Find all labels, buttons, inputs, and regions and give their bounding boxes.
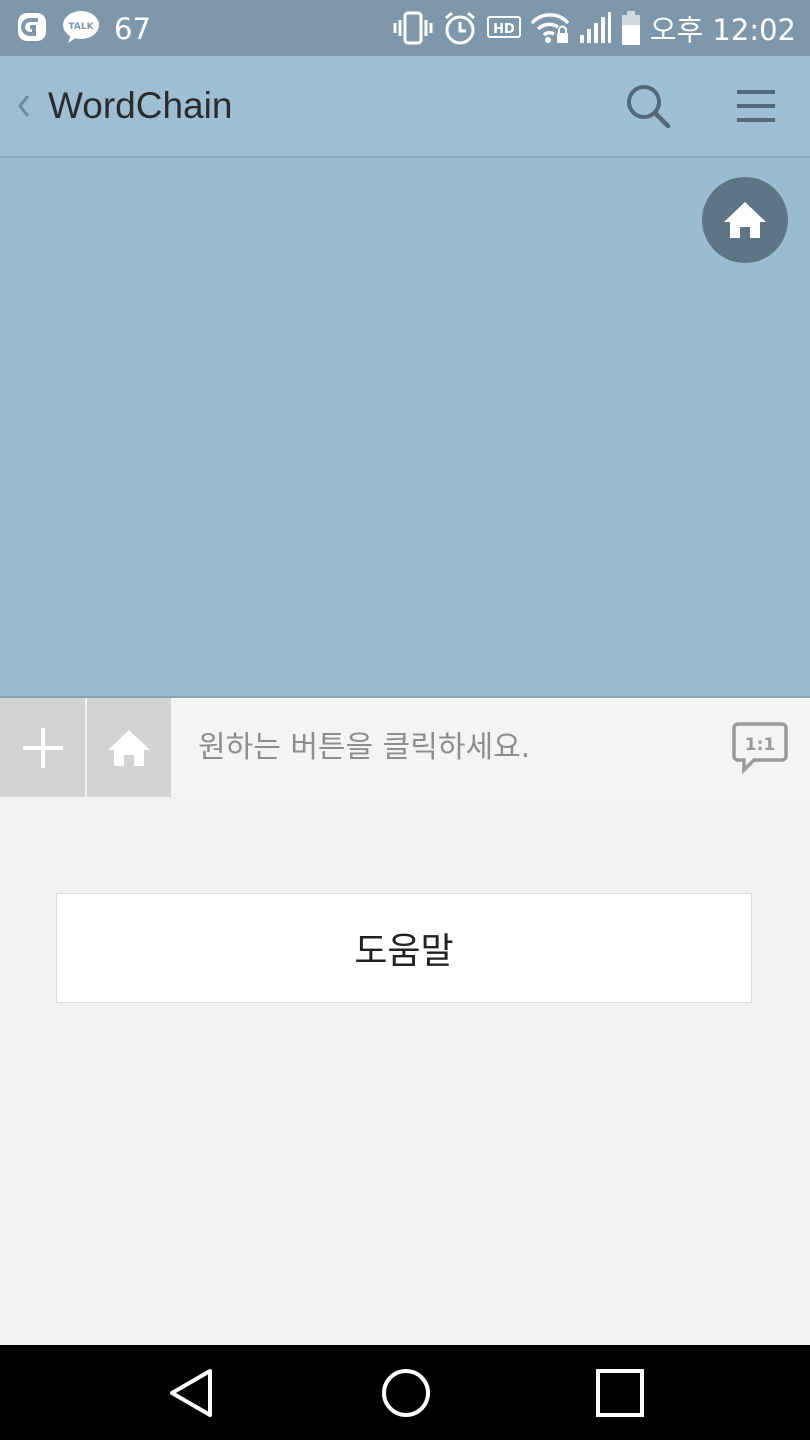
g-icon — [16, 11, 48, 47]
hd-icon-label: HD — [493, 22, 515, 37]
home-icon — [108, 730, 150, 766]
notification-count: 67 — [114, 12, 151, 46]
battery-icon — [620, 10, 642, 50]
status-bar: TALK 67 HD 오후 12:02 — [0, 0, 810, 56]
search-icon — [627, 85, 671, 129]
nav-recent-button[interactable] — [594, 1367, 646, 1419]
nav-home-icon — [382, 1369, 430, 1417]
add-button[interactable] — [0, 698, 85, 798]
search-button[interactable] — [620, 78, 676, 134]
menu-home-button[interactable] — [87, 698, 171, 798]
navigation-bar — [0, 1345, 810, 1440]
status-time: 오후 12:02 — [649, 13, 796, 47]
help-button[interactable]: 도움말 — [56, 893, 752, 1003]
keyboard-menu-area: 도움말 — [0, 797, 810, 1345]
one-to-one-label: 1:1 — [745, 735, 775, 755]
nav-back-icon — [170, 1369, 212, 1417]
talk-icon-label: TALK — [68, 22, 94, 32]
nav-recent-icon — [596, 1369, 644, 1417]
hamburger-menu-icon — [737, 90, 775, 122]
input-hint[interactable]: 원하는 버튼을 클릭하세요. — [198, 728, 530, 768]
signal-icon — [578, 11, 612, 49]
menu-button[interactable] — [730, 80, 782, 132]
home-icon — [724, 202, 766, 238]
one-to-one-chat-button[interactable]: 1:1 — [730, 720, 790, 776]
talk-icon: TALK — [62, 10, 100, 48]
nav-back-button[interactable] — [166, 1367, 218, 1419]
chat-area[interactable] — [0, 158, 810, 696]
wifi-lock-icon — [530, 11, 570, 49]
home-floating-button[interactable] — [702, 177, 788, 263]
status-bar-left: TALK 67 — [16, 10, 151, 48]
hd-icon: HD — [486, 13, 522, 47]
vibrate-icon — [392, 11, 434, 49]
page-title: WordChain — [48, 85, 233, 126]
nav-home-button[interactable] — [378, 1365, 434, 1421]
one-to-one-chat-icon: 1:1 — [732, 722, 788, 775]
input-bar: 원하는 버튼을 클릭하세요. 1:1 — [0, 696, 810, 799]
status-bar-right: HD 오후 12:02 — [392, 10, 796, 50]
plus-icon — [22, 728, 63, 768]
alarm-icon — [442, 10, 478, 50]
app-bar: WordChain — [0, 56, 810, 158]
back-chevron-icon[interactable] — [14, 88, 32, 124]
